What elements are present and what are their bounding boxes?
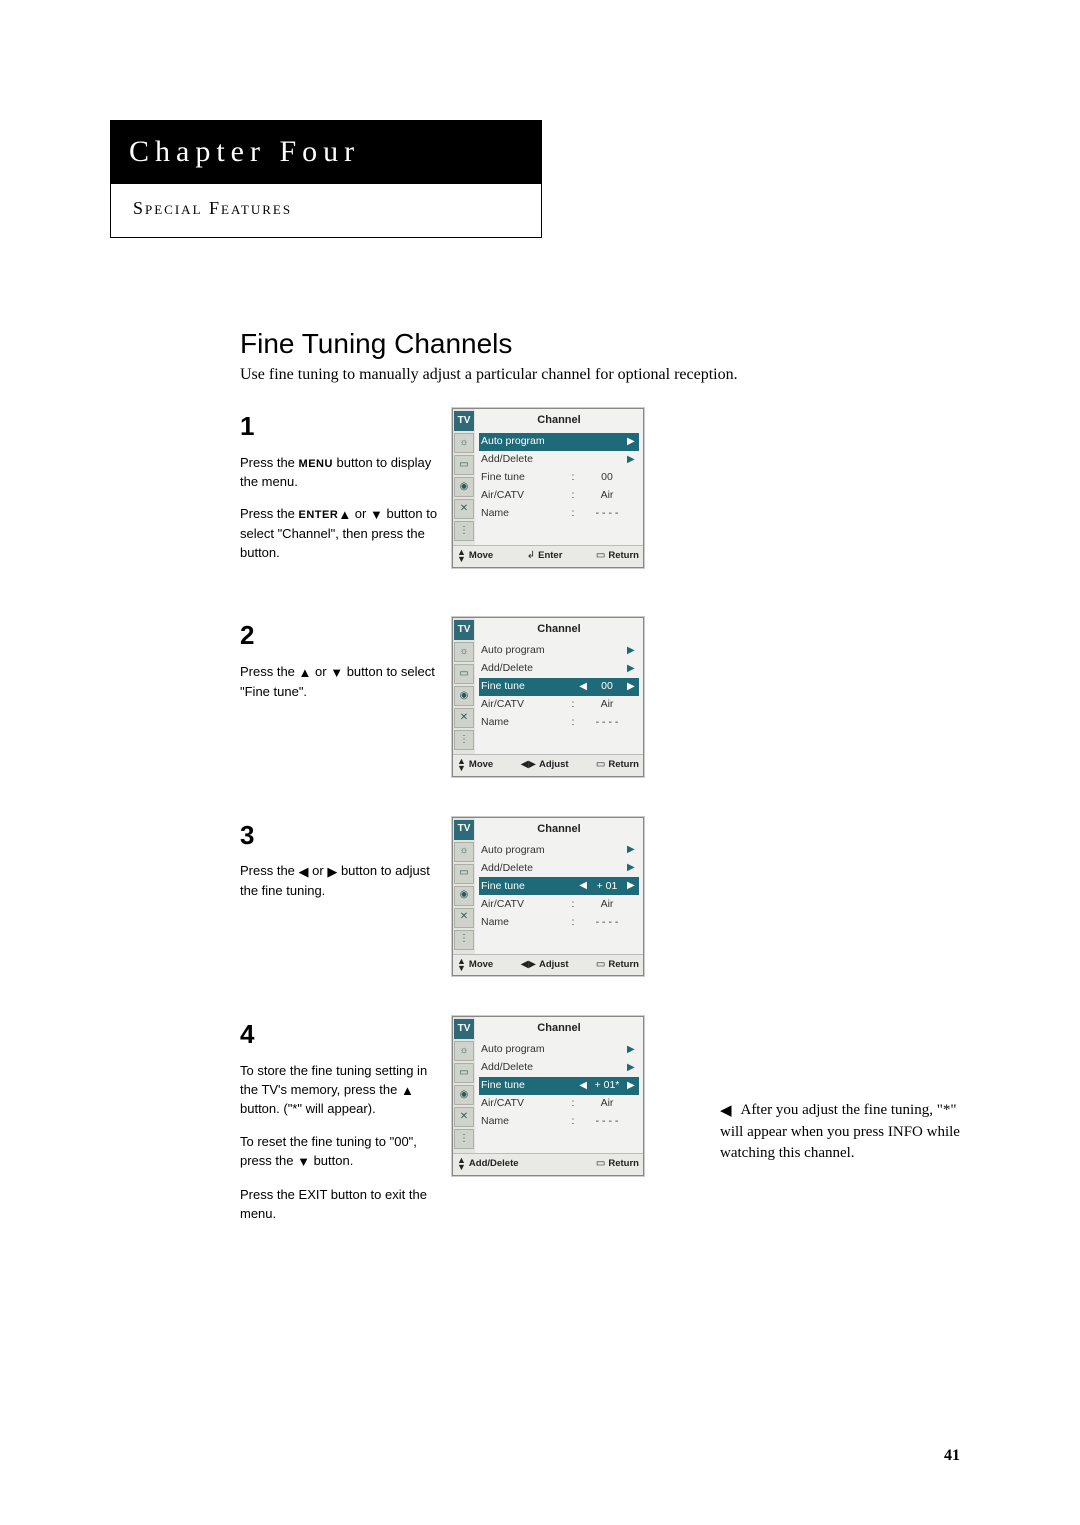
tv-menu-row: Air/CATV:Air: [479, 487, 639, 505]
step-paragraph: To store the fine tuning setting in the …: [240, 1062, 440, 1120]
tv-menu-title: Channel: [479, 820, 639, 842]
step-paragraph: Press the ◀ or ▶ button to adjust the fi…: [240, 862, 440, 901]
tv-menu-title: Channel: [479, 1019, 639, 1041]
tv-sidebar: TV☼▭◉✕⋮: [453, 818, 475, 954]
tv-menu-title: Channel: [479, 620, 639, 642]
tv-menu-row: Air/CATV:Air: [479, 696, 639, 714]
tv-menu-row: Name:- - - -: [479, 913, 639, 931]
tv-menu-footer: ▲▼Add/Delete▭Return: [453, 1153, 643, 1175]
tv-menu-row: Air/CATV:Air: [479, 1095, 639, 1113]
tv-tab-icon: ◉: [454, 477, 474, 497]
step-number: 4: [240, 1016, 440, 1054]
tv-menu-row: Auto program▶: [479, 1041, 639, 1059]
step: 3 Press the ◀ or ▶ button to adjust the f…: [240, 817, 970, 977]
chapter-title: Chapter Four: [111, 121, 541, 183]
tv-tab-icon: ✕: [454, 499, 474, 519]
step: 1 Press the MENU button to display the me…: [240, 408, 970, 577]
tv-menu-row: Add/Delete▶: [479, 859, 639, 877]
chapter-subtitle: Special Features: [111, 184, 310, 237]
tv-tab-icon: ◉: [454, 686, 474, 706]
step-paragraph: Press the MENU button to display the men…: [240, 454, 440, 492]
tv-tab-icon: ☼: [454, 642, 474, 662]
tv-menu-row: Auto program▶: [479, 642, 639, 660]
tv-tab-icon: ⋮: [454, 521, 474, 541]
chapter-header: Chapter Four: [110, 120, 542, 184]
tv-sidebar: TV☼▭◉✕⋮: [453, 409, 475, 545]
tv-tab-icon: ◉: [454, 1085, 474, 1105]
manual-page: Chapter Four Special Features Fine Tunin…: [0, 0, 1080, 1525]
tv-menu-row: Fine tune:00: [479, 469, 639, 487]
tv-menu-title: Channel: [479, 411, 639, 433]
tv-sidebar: TV☼▭◉✕⋮: [453, 1017, 475, 1153]
tv-tab-icon: ✕: [454, 908, 474, 928]
tv-menu-row: Fine tune◀+ 01*▶: [479, 1077, 639, 1095]
tv-menu-row: Air/CATV:Air: [479, 895, 639, 913]
tv-menu-footer: ▲▼Move↲Enter▭Return: [453, 545, 643, 567]
tv-menu-footer: ▲▼Move◀▶Adjust▭Return: [453, 754, 643, 776]
tv-menu-row: Fine tune◀+ 01▶: [479, 877, 639, 895]
tv-menu-row: Add/Delete▶: [479, 1059, 639, 1077]
step-paragraph: To reset the fine tuning to "00", press …: [240, 1133, 440, 1172]
side-note-text: After you adjust the fine tuning, "*" wi…: [720, 1102, 960, 1161]
section-title: Fine Tuning Channels: [240, 328, 970, 360]
page-number: 41: [944, 1447, 960, 1465]
side-note: ◀ After you adjust the fine tuning, "*" …: [720, 1100, 970, 1164]
step-paragraph: Press the EXIT button to exit the menu.: [240, 1186, 440, 1224]
step-paragraph: Press the ▲ or ▼ button to select "Fine …: [240, 663, 440, 702]
tv-tab-icon: ☼: [454, 433, 474, 453]
step-number: 1: [240, 408, 440, 446]
step-number: 2: [240, 617, 440, 655]
tv-tab-icon: TV: [454, 411, 474, 431]
tv-tab-icon: TV: [454, 820, 474, 840]
tv-tab-icon: ✕: [454, 1107, 474, 1127]
tv-menu-row: Add/Delete▶: [479, 451, 639, 469]
back-arrow-icon: ◀: [720, 1101, 732, 1122]
tv-menu-row: Name:- - - -: [479, 714, 639, 732]
tv-tab-icon: ⋮: [454, 1129, 474, 1149]
tv-tab-icon: ⋮: [454, 730, 474, 750]
tv-menu-row: Name:- - - -: [479, 1113, 639, 1131]
tv-tab-icon: ✕: [454, 708, 474, 728]
tv-menu-row: Add/Delete▶: [479, 660, 639, 678]
tv-tab-icon: ▭: [454, 864, 474, 884]
tv-tab-icon: ☼: [454, 1041, 474, 1061]
step-paragraph: Press the ENTER▲ or ▼ button to select "…: [240, 505, 440, 563]
tv-tab-icon: ☼: [454, 842, 474, 862]
tv-menu: TV☼▭◉✕⋮ChannelAuto program▶Add/Delete▶Fi…: [452, 617, 644, 777]
tv-menu-row: Auto program▶: [479, 841, 639, 859]
tv-tab-icon: ▭: [454, 455, 474, 475]
tv-menu-row: Fine tune◀00▶: [479, 678, 639, 696]
tv-tab-icon: ▭: [454, 1063, 474, 1083]
tv-tab-icon: TV: [454, 1019, 474, 1039]
tv-tab-icon: ◉: [454, 886, 474, 906]
section-description: Use fine tuning to manually adjust a par…: [240, 366, 970, 384]
step: 2 Press the ▲ or ▼ button to select "Fine…: [240, 617, 970, 777]
step-number: 3: [240, 817, 440, 855]
tv-tab-icon: TV: [454, 620, 474, 640]
tv-tab-icon: ⋮: [454, 930, 474, 950]
tv-menu: TV☼▭◉✕⋮ChannelAuto program▶Add/Delete▶Fi…: [452, 408, 644, 568]
tv-sidebar: TV☼▭◉✕⋮: [453, 618, 475, 754]
tv-menu: TV☼▭◉✕⋮ChannelAuto program▶Add/Delete▶Fi…: [452, 1016, 644, 1176]
tv-menu-row: Auto program▶: [479, 433, 639, 451]
tv-tab-icon: ▭: [454, 664, 474, 684]
tv-menu: TV☼▭◉✕⋮ChannelAuto program▶Add/Delete▶Fi…: [452, 817, 644, 977]
tv-menu-footer: ▲▼Move◀▶Adjust▭Return: [453, 954, 643, 976]
tv-menu-row: Name:- - - -: [479, 505, 639, 523]
